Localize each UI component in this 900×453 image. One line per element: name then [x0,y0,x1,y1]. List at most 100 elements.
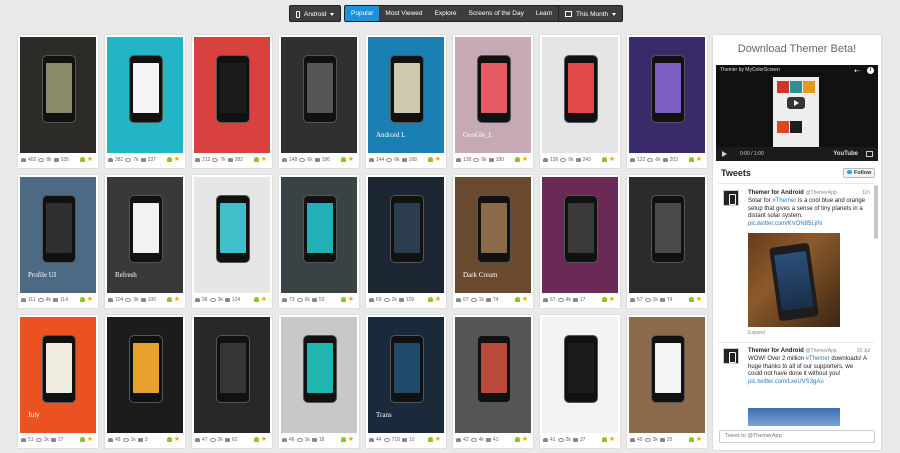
theme-card[interactable]: GooGle_L 138 6k 180 ★ [453,35,533,168]
star-icon[interactable]: ★ [348,436,354,443]
theme-card[interactable]: Trans 44 718 10 ★ [366,315,446,448]
theme-card[interactable]: 46 1k 18 ★ [279,315,359,448]
heart-icon[interactable] [282,438,287,442]
heart-icon[interactable] [543,158,548,162]
theme-thumbnail[interactable] [281,317,357,433]
theme-thumbnail[interactable]: July [20,317,96,433]
theme-card[interactable]: 402 8k 335 ★ [18,35,98,168]
heart-icon[interactable] [21,298,26,302]
theme-thumbnail[interactable] [542,317,618,433]
heart-icon[interactable] [543,298,548,302]
tweet-date[interactable]: 11h [862,190,870,196]
platform-dropdown[interactable]: Android [289,5,342,22]
theme-card[interactable]: 73 6k 53 ★ [279,175,359,308]
star-icon[interactable]: ★ [435,296,441,303]
theme-thumbnail[interactable]: Trans [368,317,444,433]
theme-card[interactable]: 96 3k 124 ★ [192,175,272,308]
star-icon[interactable]: ★ [348,296,354,303]
theme-thumbnail[interactable] [194,177,270,293]
avatar[interactable] [723,190,739,206]
theme-thumbnail[interactable] [629,177,705,293]
star-icon[interactable]: ★ [87,156,93,163]
avatar[interactable] [723,348,739,364]
theme-card[interactable]: 47 2k 62 ★ [192,315,272,448]
heart-icon[interactable] [456,298,461,302]
heart-icon[interactable] [630,158,635,162]
heart-icon[interactable] [108,438,113,442]
theme-thumbnail[interactable]: Dark Cream [455,177,531,293]
tweet-photo[interactable] [748,233,840,327]
theme-card[interactable]: 212 7k 282 ★ [192,35,272,168]
star-icon[interactable]: ★ [522,156,528,163]
theme-thumbnail[interactable] [281,177,357,293]
theme-card[interactable]: 48 1k 3 ★ [105,315,185,448]
theme-thumbnail[interactable] [281,37,357,153]
heart-icon[interactable] [108,158,113,162]
theme-thumbnail[interactable]: Profile UI [20,177,96,293]
tweet-input[interactable]: Tweet to @ThemerApp [719,430,875,443]
theme-card[interactable]: 67 4k 17 ★ [540,175,620,308]
share-icon[interactable]: ⇠ [854,67,860,75]
heart-icon[interactable] [195,158,200,162]
theme-thumbnail[interactable] [542,177,618,293]
theme-thumbnail[interactable] [629,317,705,433]
theme-card[interactable]: July 51 1k 27 ★ [18,315,98,448]
theme-card[interactable]: 57 1k 74 ★ [627,175,707,308]
info-icon[interactable]: i [867,67,874,74]
theme-thumbnail[interactable]: GooGle_L [455,37,531,153]
theme-thumbnail[interactable] [107,317,183,433]
star-icon[interactable]: ★ [522,436,528,443]
theme-card[interactable]: 136 6k 243 ★ [540,35,620,168]
theme-card[interactable]: 281 7k 337 ★ [105,35,185,168]
fullscreen-icon[interactable] [866,151,873,157]
tab-most-viewed[interactable]: Most Viewed [379,6,428,21]
heart-icon[interactable] [456,438,461,442]
star-icon[interactable]: ★ [87,436,93,443]
heart-icon[interactable] [21,438,26,442]
theme-card[interactable]: 122 6k 203 ★ [627,35,707,168]
theme-thumbnail[interactable] [107,37,183,153]
star-icon[interactable]: ★ [696,436,702,443]
tweet-date[interactable]: 10 Jul [857,348,870,354]
heart-icon[interactable] [282,158,287,162]
star-icon[interactable]: ★ [174,156,180,163]
tab-screens-of-the-day[interactable]: Screens of the Day [463,6,530,21]
theme-thumbnail[interactable] [194,317,270,433]
star-icon[interactable]: ★ [348,156,354,163]
theme-card[interactable]: Profile UI 111 4k 114 ★ [18,175,98,308]
star-icon[interactable]: ★ [696,156,702,163]
heart-icon[interactable] [630,298,635,302]
theme-thumbnail[interactable] [542,37,618,153]
heart-icon[interactable] [195,298,200,302]
heart-icon[interactable] [543,438,548,442]
star-icon[interactable]: ★ [609,156,615,163]
heart-icon[interactable] [369,438,374,442]
star-icon[interactable]: ★ [435,436,441,443]
theme-card[interactable]: Refresh 104 3k 100 ★ [105,175,185,308]
tweet-author[interactable]: Themer for Android [748,348,804,354]
heart-icon[interactable] [369,298,374,302]
star-icon[interactable]: ★ [609,296,615,303]
theme-card[interactable]: 41 2k 37 ★ [540,315,620,448]
theme-thumbnail[interactable] [194,37,270,153]
tab-explore[interactable]: Explore [429,6,463,21]
theme-thumbnail[interactable]: Refresh [107,177,183,293]
star-icon[interactable]: ★ [261,436,267,443]
star-icon[interactable]: ★ [174,296,180,303]
hashtag-link[interactable]: #Themer [806,356,830,362]
theme-card[interactable]: Android L 144 6k 168 ★ [366,35,446,168]
heart-icon[interactable] [195,438,200,442]
tweet-photo[interactable] [748,408,840,426]
theme-thumbnail[interactable]: Android L [368,37,444,153]
play-icon[interactable] [787,97,805,109]
tweet-handle[interactable]: @ThemerApp [805,348,836,354]
tweet-handle[interactable]: @ThemerApp [805,190,836,196]
tab-learn[interactable]: Learn [530,6,559,21]
youtube-logo[interactable]: YouTube [833,147,858,161]
star-icon[interactable]: ★ [174,436,180,443]
heart-icon[interactable] [282,298,287,302]
play-button-icon[interactable] [722,151,727,157]
theme-card[interactable]: Dark Cream 67 1k 74 ★ [453,175,533,308]
heart-icon[interactable] [456,158,461,162]
star-icon[interactable]: ★ [609,436,615,443]
